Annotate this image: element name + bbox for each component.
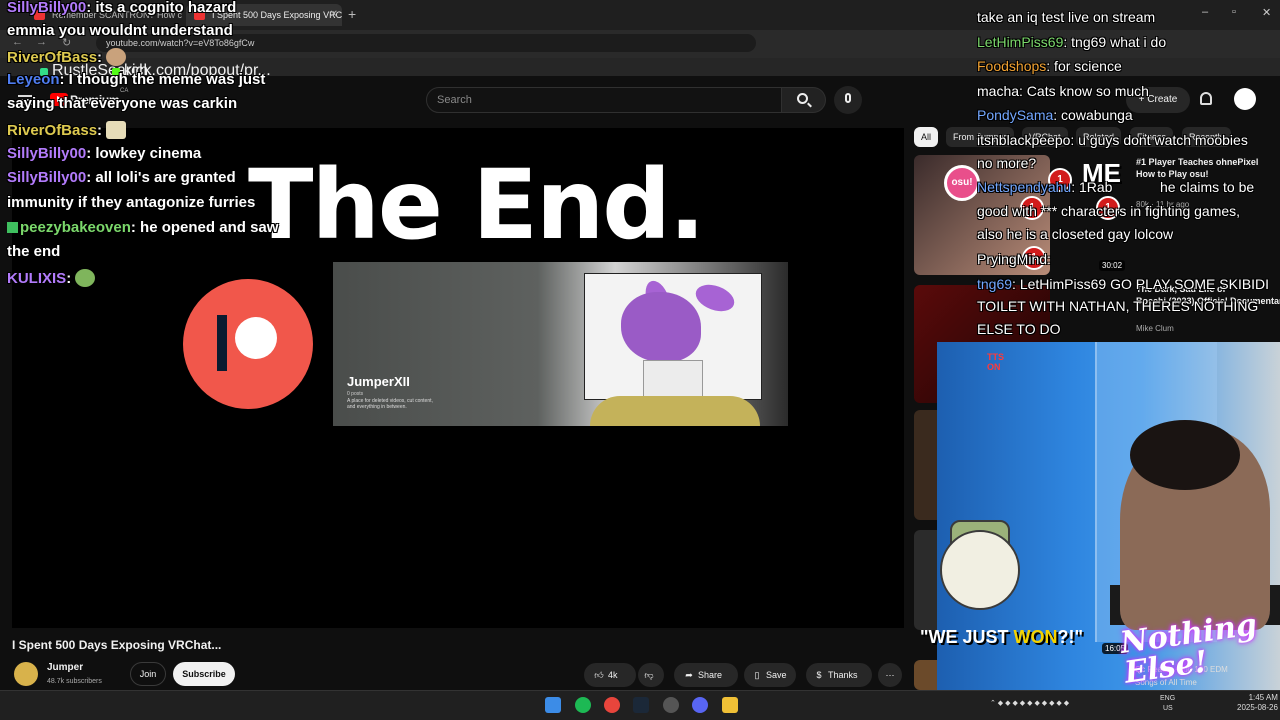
chat-message: ELSE TO DO xyxy=(977,321,1061,337)
video-overlay-text: The End. xyxy=(248,149,705,261)
frog-emote-icon xyxy=(75,269,96,287)
channel-name[interactable]: Jumper xyxy=(47,662,83,673)
spotify-icon[interactable] xyxy=(575,697,591,713)
bunny-ear xyxy=(692,279,738,317)
join-button[interactable]: Join xyxy=(130,662,166,686)
chat-message: RiverOfBass: xyxy=(7,48,127,66)
share-button[interactable]: ➦ Share xyxy=(674,663,738,687)
chat-message: SillyBilly00: its a cognito hazard xyxy=(7,0,237,16)
patreon-logo-circle xyxy=(235,317,277,359)
chat-message: SillyBilly00: lowkey cinema xyxy=(7,145,202,162)
chat-message: RiverOfBass: xyxy=(7,121,127,139)
anime-character-art xyxy=(584,273,762,400)
chat-message: KULIXIS: xyxy=(7,269,96,287)
sidebar-video-channel: Mike Clum xyxy=(1136,324,1174,333)
close-window-icon[interactable]: ✕ xyxy=(1262,6,1271,19)
banner-post-count: 0 posts xyxy=(347,391,364,397)
video-duration: 30:02 xyxy=(1099,260,1126,271)
chat-message: peezybakeoven: he opened and saw xyxy=(7,220,278,236)
chat-message: Nettspendyahu: 1Rab xyxy=(977,179,1113,195)
streamer-hair xyxy=(1130,420,1240,490)
windows-start-icon[interactable] xyxy=(545,697,561,713)
notifications-bell-icon[interactable] xyxy=(1200,92,1212,105)
chat-message: Foodshops: for science xyxy=(977,58,1122,74)
osu-logo-icon: osu! xyxy=(944,165,980,201)
close-tab-icon[interactable]: ✕ xyxy=(330,4,338,26)
save-button[interactable]: ▯ Save xyxy=(744,663,796,687)
file-explorer-icon[interactable] xyxy=(722,697,738,713)
chat-message: saying that everyone was carkin xyxy=(7,95,238,112)
banner-creator-name: JumperXII xyxy=(347,374,410,389)
search-icon xyxy=(797,93,808,104)
chat-message: PryingMind: xyxy=(977,251,1051,267)
banner-description: A place for deleted videos, cut content,… xyxy=(347,398,433,410)
chat-message: he claims to be xyxy=(1160,179,1255,195)
share-icon: ➦ xyxy=(685,670,693,680)
chat-message: no more? xyxy=(977,155,1037,171)
subscribe-button[interactable]: Subscribe xyxy=(173,662,235,686)
sidebar-video-title[interactable]: #1 Player Teaches ohnePixel xyxy=(1136,157,1258,168)
minimize-icon[interactable]: – xyxy=(1202,6,1208,18)
character-hair xyxy=(621,292,701,362)
obs-icon[interactable] xyxy=(663,697,679,713)
cartoon-mascot-icon xyxy=(940,530,1020,610)
thanks-icon: $ xyxy=(816,670,822,680)
chat-message: also he is a closeted gay lolcow xyxy=(977,226,1174,242)
system-clock[interactable]: 1:45 AM 2025-08-26 xyxy=(1237,693,1278,713)
dislike-button[interactable]: 👎︎ xyxy=(638,663,664,687)
thumbnail-caption: "WE JUST WON?!" xyxy=(920,627,1084,647)
bookmark-icon: ▯ xyxy=(754,670,760,680)
screen: Remember SCANTRON? How c I Spent 500 Day… xyxy=(0,0,1280,720)
chat-message: SillyBilly00: all loli's are granted xyxy=(7,169,236,186)
chat-message: Leyeon: I though the meme was just xyxy=(7,71,266,88)
chat-message: PondySama: cowabunga xyxy=(977,107,1133,123)
search-input[interactable]: Search xyxy=(426,87,782,113)
system-tray-icons[interactable]: ⌃ ◆ ◆ ◆ ◆ ◆ ◆ ◆ ◆ ◆ ◆ xyxy=(990,699,1069,707)
chat-message: immunity if they antagonize furries xyxy=(7,194,256,211)
region-code: CA xyxy=(120,88,129,94)
patreon-logo-bar xyxy=(217,315,227,371)
chat-message: macha: Cats know so much xyxy=(977,83,1149,99)
tts-label: TTS ON xyxy=(987,352,1004,372)
chat-message: the end xyxy=(7,243,61,260)
steam-icon[interactable] xyxy=(633,697,649,713)
chat-message: emmia you wouldnt understand xyxy=(7,22,233,39)
thumbs-down-icon: 👎︎ xyxy=(644,670,654,680)
account-avatar[interactable] xyxy=(1234,88,1256,110)
like-button[interactable]: 👍︎ 4k xyxy=(584,663,636,687)
language-indicator[interactable]: ENG xyxy=(1160,695,1175,702)
video-title: I Spent 500 Days Exposing VRChat... xyxy=(12,638,222,652)
chat-message: tng69: LetHimPiss69 GO PLAY SOME SKIBIDI xyxy=(977,276,1270,292)
channel-avatar[interactable] xyxy=(14,662,38,686)
thanks-button[interactable]: $ Thanks xyxy=(806,663,872,687)
chat-message: itsnblackpeepo: u guys dont watch moobie… xyxy=(977,132,1248,148)
character-vehicle xyxy=(590,396,760,426)
chat-message: take an iq test live on stream xyxy=(977,9,1156,25)
discord-icon[interactable] xyxy=(692,697,708,713)
chat-message: LetHimPiss69: tng69 what i do xyxy=(977,34,1167,50)
patreon-logo-icon xyxy=(183,279,313,409)
chrome-icon[interactable] xyxy=(604,697,620,713)
chat-message: TOILET WITH NATHAN, THERES NOTHING xyxy=(977,298,1259,314)
emote-icon xyxy=(106,48,127,66)
chip-all[interactable]: All xyxy=(914,127,939,147)
sub-badge-icon xyxy=(7,222,18,233)
microphone-icon xyxy=(845,93,851,103)
chat-message: good with *** characters in fighting gam… xyxy=(977,203,1241,219)
thumbs-up-icon: 👍︎ xyxy=(594,670,604,680)
maximize-icon[interactable]: ▫ xyxy=(1232,6,1236,18)
subscriber-count: 48.7k subscribers xyxy=(47,678,102,685)
more-actions-icon[interactable]: ⋯ xyxy=(878,663,902,687)
character-body xyxy=(643,360,703,399)
emote-icon xyxy=(106,121,127,139)
region-indicator: US xyxy=(1163,705,1173,712)
new-tab-icon[interactable]: + xyxy=(348,6,356,22)
